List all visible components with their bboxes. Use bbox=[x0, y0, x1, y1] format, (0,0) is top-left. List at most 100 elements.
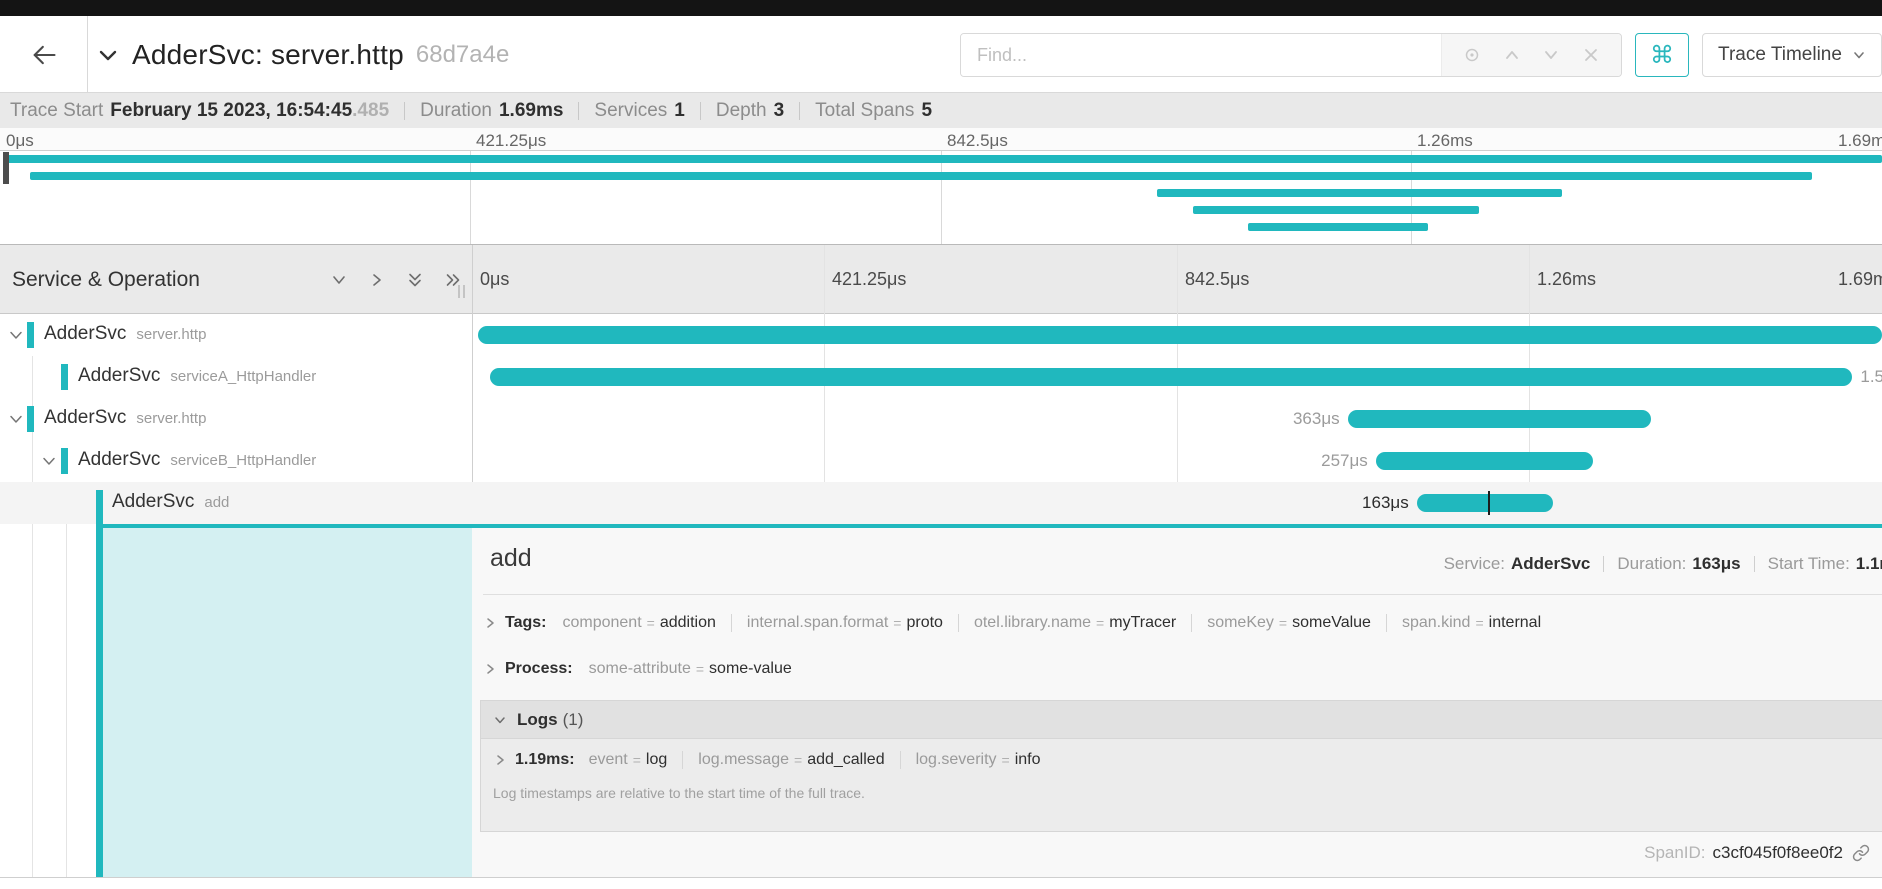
depth-label: Depth bbox=[716, 100, 767, 122]
trace-page-header: AdderSvc: server.http 68d7a4e ⌘ Trace Ti… bbox=[0, 16, 1882, 93]
services-item: Services 1 bbox=[594, 100, 684, 122]
minimap-left-scrubber-handle[interactable] bbox=[3, 152, 9, 184]
column-resize-grip[interactable] bbox=[458, 285, 465, 298]
tags-pairs: component=addition internal.span.format=… bbox=[562, 614, 1541, 632]
find-control bbox=[960, 33, 1622, 77]
span-row-server-http-2[interactable]: AdderSvc server.http 363μs bbox=[0, 398, 1882, 440]
span-detail-title: add bbox=[490, 544, 532, 573]
log-timestamp: 1.19ms: bbox=[515, 751, 575, 769]
collapse-trace-chevron-icon[interactable] bbox=[96, 43, 120, 67]
minimap-span-bar bbox=[30, 172, 1812, 180]
operation-name: server.http bbox=[136, 410, 206, 427]
span-duration-label: 363μs bbox=[1293, 410, 1340, 428]
collapse-one-icon[interactable] bbox=[330, 271, 348, 289]
span-row-server-http-1[interactable]: AdderSvcserver.http bbox=[0, 314, 1882, 356]
depth-item: Depth 3 bbox=[716, 100, 784, 122]
chevron-down-icon bbox=[493, 713, 507, 727]
span-timeline-cell[interactable] bbox=[472, 314, 1882, 356]
start-time-label: Start Time: bbox=[1768, 554, 1850, 574]
service-operation-header: Service & Operation bbox=[12, 245, 200, 314]
minimap-canvas[interactable] bbox=[0, 151, 1882, 245]
command-icon: ⌘ bbox=[1650, 41, 1674, 70]
service-name: AdderSvc bbox=[78, 449, 160, 470]
span-log-marker[interactable] bbox=[1488, 491, 1490, 515]
chevron-right-icon bbox=[493, 753, 507, 767]
browser-chrome-bar bbox=[0, 0, 1882, 16]
locate-span-icon[interactable] bbox=[1463, 46, 1481, 64]
minimap-tick: 421.25μs bbox=[476, 131, 546, 151]
timeline-tick: 842.5μs bbox=[1185, 245, 1249, 314]
tag-pair: someKey=someValue bbox=[1191, 614, 1371, 632]
span-bar[interactable] bbox=[1417, 494, 1554, 512]
span-name-cell[interactable]: AdderSvcserviceA_HttpHandler bbox=[0, 356, 472, 398]
collapse-chevron-icon[interactable] bbox=[8, 327, 24, 343]
find-input[interactable] bbox=[961, 34, 1441, 76]
chevron-right-icon bbox=[483, 616, 497, 630]
operation-name: add bbox=[204, 494, 229, 511]
span-name-cell[interactable]: AdderSvcserver.http bbox=[0, 314, 472, 356]
summary-separator bbox=[404, 102, 405, 120]
span-name-cell[interactable]: AdderSvcadd bbox=[0, 482, 472, 524]
timeline-tick: 1.69ms bbox=[1838, 245, 1882, 314]
span-bar[interactable] bbox=[490, 368, 1852, 386]
keyboard-shortcuts-button[interactable]: ⌘ bbox=[1635, 33, 1689, 77]
start-time-value: 1.1ms bbox=[1856, 554, 1882, 574]
detail-panel-indent-fill bbox=[103, 528, 472, 877]
span-bar[interactable] bbox=[1348, 410, 1651, 428]
minimap-gridline bbox=[941, 151, 942, 244]
process-accordion[interactable]: Process: some-attribute=some-value bbox=[483, 660, 792, 678]
operation-name: serviceA_HttpHandler bbox=[170, 368, 316, 385]
span-timeline-cell[interactable]: 363μs bbox=[472, 398, 1882, 440]
operation-name: serviceB_HttpHandler bbox=[170, 452, 316, 469]
view-selector-label: Trace Timeline bbox=[1718, 44, 1842, 66]
trace-start-item: Trace Start February 15 2023, 16:54:45.4… bbox=[10, 100, 389, 122]
span-name-cell[interactable]: AdderSvc server.http bbox=[0, 398, 472, 440]
find-prev-icon[interactable] bbox=[1503, 46, 1521, 64]
find-next-icon[interactable] bbox=[1542, 46, 1560, 64]
logs-accordion-header[interactable]: Logs (1) bbox=[481, 701, 1882, 739]
minimap-tick: 1.69ms bbox=[1838, 131, 1882, 151]
minimap-span-bar bbox=[6, 155, 1882, 163]
tree-guide-line bbox=[66, 484, 67, 877]
timeline-tick: 1.26ms bbox=[1537, 245, 1596, 314]
trace-start-value: February 15 2023, 16:54:45 bbox=[110, 100, 352, 122]
span-color-bar bbox=[61, 448, 68, 474]
tags-accordion[interactable]: Tags: component=addition internal.span.f… bbox=[483, 614, 1541, 632]
tag-pair: internal.span.format=proto bbox=[731, 614, 943, 632]
back-button[interactable] bbox=[0, 16, 88, 93]
log-pair: log.message=add_called bbox=[682, 751, 884, 769]
trace-view-selector[interactable]: Trace Timeline bbox=[1702, 33, 1882, 77]
overview-separator bbox=[1603, 556, 1604, 572]
trace-title: AdderSvc: server.http bbox=[132, 39, 404, 71]
span-bar[interactable] bbox=[478, 326, 1882, 344]
collapse-all-icon[interactable] bbox=[406, 271, 424, 289]
span-row-serviceA-handler[interactable]: AdderSvcserviceA_HttpHandler 1.5 bbox=[0, 356, 1882, 398]
span-timeline-cell[interactable]: 1.5 bbox=[472, 356, 1882, 398]
span-row-serviceB-handler[interactable]: AdderSvc serviceB_HttpHandler 257μs bbox=[0, 440, 1882, 482]
span-name-cell[interactable]: AdderSvc serviceB_HttpHandler bbox=[0, 440, 472, 482]
span-bar[interactable] bbox=[1376, 452, 1593, 470]
tag-pair: otel.library.name=myTracer bbox=[958, 614, 1176, 632]
back-arrow-icon bbox=[30, 41, 58, 69]
span-timeline-cell[interactable]: 257μs bbox=[472, 440, 1882, 482]
timeline-tick: 0μs bbox=[480, 245, 509, 314]
log-entry[interactable]: 1.19ms: event=log log.message=add_called… bbox=[493, 751, 1882, 769]
span-id-row: SpanID: c3cf045f0f8ee0f2 bbox=[1644, 843, 1870, 863]
expand-one-icon[interactable] bbox=[368, 271, 386, 289]
detail-divider bbox=[483, 594, 1882, 595]
total-spans-item: Total Spans 5 bbox=[815, 100, 932, 122]
services-value: 1 bbox=[674, 100, 685, 122]
trace-start-fraction: .485 bbox=[352, 100, 389, 122]
clear-find-icon[interactable] bbox=[1582, 46, 1600, 64]
collapse-chevron-icon[interactable] bbox=[8, 411, 24, 427]
span-overview: Service:AdderSvc Duration:163μs Start Ti… bbox=[1444, 554, 1882, 574]
span-row-add-selected[interactable]: AdderSvcadd 163μs bbox=[0, 482, 1882, 524]
span-timeline-cell[interactable]: 163μs bbox=[472, 482, 1882, 524]
service-name: AdderSvc bbox=[44, 407, 126, 428]
collapse-chevron-icon[interactable] bbox=[41, 453, 57, 469]
chevron-down-icon bbox=[1852, 48, 1866, 62]
duration-label: Duration bbox=[420, 100, 492, 122]
jaeger-trace-page: { "misc": { "eq": "=" }, "header": { "ti… bbox=[0, 0, 1882, 889]
summary-separator bbox=[700, 102, 701, 120]
deep-link-icon[interactable] bbox=[1852, 844, 1870, 862]
